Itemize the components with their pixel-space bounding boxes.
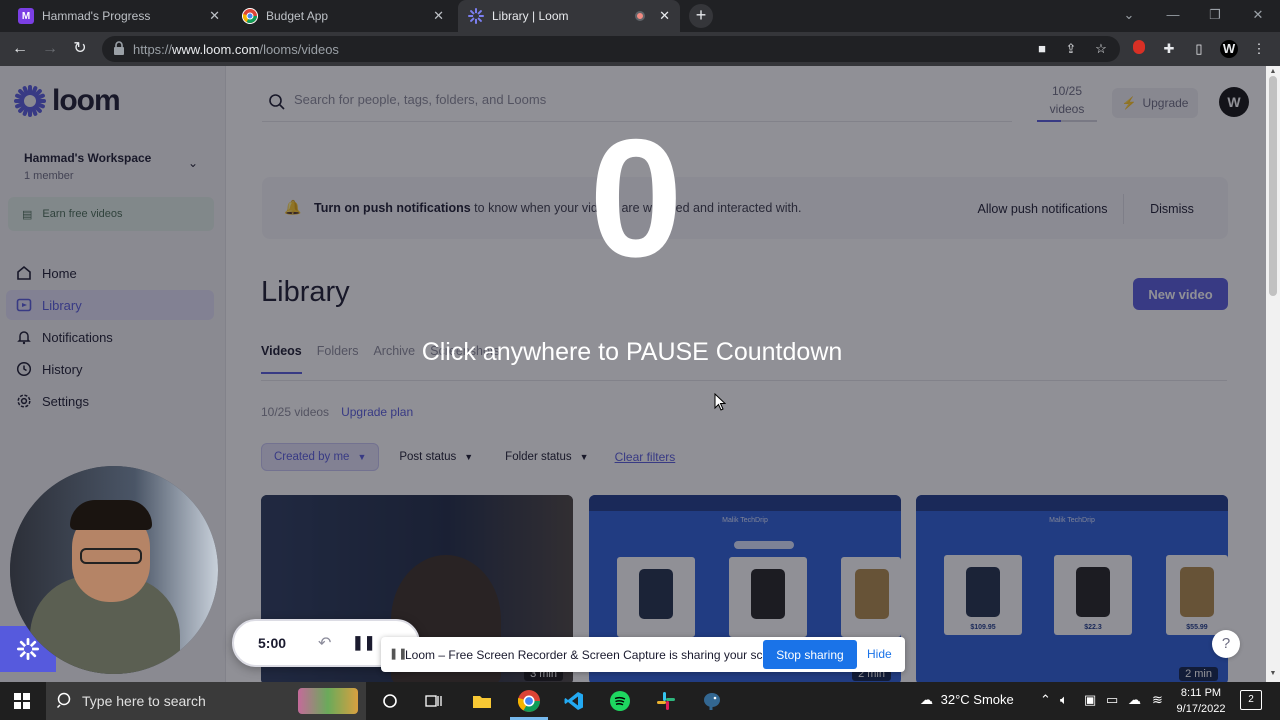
reload-icon[interactable]: ↻	[70, 39, 90, 59]
extension-red-icon[interactable]	[1130, 40, 1148, 58]
hide-button[interactable]: Hide	[867, 647, 892, 661]
webcam-bubble[interactable]	[10, 466, 218, 674]
extensions-puzzle-icon[interactable]: ✚	[1160, 40, 1178, 58]
system-clock[interactable]: 8:11 PM 9/17/2022	[1172, 685, 1230, 717]
pause-icon[interactable]: ❚❚	[352, 634, 375, 651]
webcam-hair	[70, 500, 152, 530]
back-arrow-icon[interactable]: ←	[10, 39, 30, 59]
browser-tab-strip: M Hammad's Progress ✕ Budget App ✕ Libra…	[0, 0, 1280, 32]
browser-toolbar: ← → ↻ https://www.loom.com/looms/videos …	[0, 32, 1280, 66]
close-window-button[interactable]: ✕	[1236, 0, 1280, 32]
weather-text: 32°C Smoke	[940, 692, 1014, 707]
scroll-down-arrow-icon[interactable]: ▼	[1269, 670, 1277, 677]
camera-icon[interactable]: ■	[1033, 40, 1051, 58]
share-icon[interactable]: ⇪	[1062, 40, 1080, 58]
tab-hammads-progress[interactable]: M Hammad's Progress ✕	[8, 0, 230, 32]
wifi-icon[interactable]: ≋	[1152, 692, 1163, 708]
weather-icon: ☁	[920, 692, 933, 707]
pause-countdown-hint[interactable]: Click anywhere to PAUSE Countdown	[0, 338, 1264, 367]
show-hidden-icons-icon[interactable]: ⌃	[1040, 692, 1051, 708]
device-icon[interactable]: ▣	[1084, 692, 1096, 708]
tab-library-loom[interactable]: Library | Loom ✕	[458, 0, 680, 32]
clock-time: 8:11 PM	[1180, 687, 1222, 699]
help-button[interactable]: ?	[1212, 630, 1240, 658]
notification-center-icon[interactable]: 2	[1240, 690, 1262, 710]
forward-arrow-icon[interactable]: →	[40, 39, 60, 59]
search-highlight-image	[298, 688, 358, 714]
tab-title: Budget App	[266, 9, 329, 23]
tab-title: Library | Loom	[492, 9, 569, 23]
volume-icon[interactable]: 🔈︎	[1060, 692, 1068, 708]
taskbar-search[interactable]: Type here to search	[46, 682, 366, 720]
cloud-icon[interactable]: ☁	[1128, 692, 1141, 708]
file-explorer-icon[interactable]	[470, 689, 494, 713]
scroll-up-arrow-icon[interactable]: ▲	[1269, 68, 1277, 75]
profile-avatar[interactable]: W	[1220, 40, 1238, 58]
chrome-favicon-icon	[242, 8, 258, 24]
loom-favicon-icon	[468, 8, 484, 24]
miro-favicon-icon: M	[18, 8, 34, 24]
webcam-glasses	[80, 548, 142, 564]
postgres-icon[interactable]	[700, 689, 724, 713]
lock-icon	[114, 41, 124, 55]
weather-widget[interactable]: ☁ 32°C Smoke	[920, 692, 1014, 708]
spotify-icon[interactable]	[608, 689, 632, 713]
taskbar-search-placeholder: Type here to search	[82, 693, 206, 709]
clock-date: 9/17/2022	[1176, 703, 1226, 715]
url-text: https://www.loom.com/looms/videos	[133, 42, 339, 57]
close-icon[interactable]: ✕	[209, 8, 220, 24]
stop-sharing-button[interactable]: Stop sharing	[763, 640, 857, 669]
mouse-cursor-icon	[714, 393, 726, 411]
chrome-taskbar-icon[interactable]	[517, 689, 541, 713]
task-view-icon[interactable]	[422, 689, 446, 713]
close-icon[interactable]: ✕	[659, 8, 670, 24]
bookmark-star-icon[interactable]: ☆	[1092, 40, 1110, 58]
recording-timer: 5:00	[258, 635, 287, 651]
address-bar[interactable]: https://www.loom.com/looms/videos	[102, 36, 1120, 62]
cortana-icon[interactable]	[378, 689, 402, 713]
minimize-button[interactable]: —	[1151, 0, 1195, 32]
sharing-message: Loom – Free Screen Recorder & Screen Cap…	[405, 648, 790, 662]
new-tab-button[interactable]: +	[689, 4, 713, 28]
tab-budget-app[interactable]: Budget App ✕	[232, 0, 454, 32]
side-panel-icon[interactable]: ▯	[1190, 40, 1208, 58]
maximize-button[interactable]: ❐	[1193, 0, 1237, 32]
screen-sharing-bar: ❚❚ Loom – Free Screen Recorder & Screen …	[381, 637, 905, 672]
windows-taskbar: Type here to search ☁ 32°C Smoke ⌃ 🔈︎ ▣ …	[0, 682, 1280, 720]
close-icon[interactable]: ✕	[433, 8, 444, 24]
battery-icon[interactable]: ▭	[1106, 692, 1118, 708]
vscode-icon[interactable]	[562, 689, 586, 713]
tab-search-icon[interactable]: ⌄	[1107, 0, 1151, 32]
tab-title: Hammad's Progress	[42, 9, 151, 23]
kebab-menu-icon[interactable]: ⋮	[1250, 40, 1268, 58]
restart-icon[interactable]: ↶	[318, 633, 331, 653]
windows-start-icon[interactable]	[14, 693, 30, 709]
search-icon	[56, 692, 71, 709]
countdown-number: 0	[589, 104, 683, 292]
recording-indicator-icon	[635, 11, 646, 21]
slack-icon[interactable]	[654, 689, 678, 713]
